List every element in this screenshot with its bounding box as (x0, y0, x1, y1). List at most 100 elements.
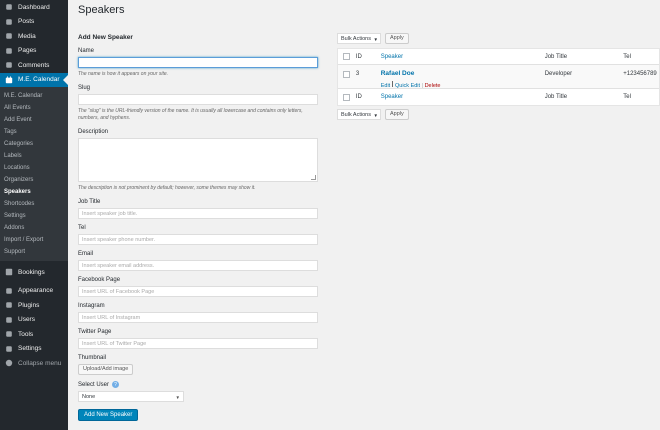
table-row: 3 Rafael Doe EditI Quick Edit | Delete D… (338, 65, 659, 89)
submenu-item[interactable]: M.E. Calendar (0, 90, 68, 102)
thumbnail-label: Thumbnail (78, 355, 107, 361)
select-user-label: Select User? (78, 381, 320, 388)
description-textarea[interactable] (78, 138, 318, 182)
menu-item-label: Dashboard (18, 3, 50, 11)
tel-input[interactable]: Insert speaker phone number. (78, 234, 318, 245)
submenu-item[interactable]: Categories (0, 138, 68, 150)
media-icon (4, 32, 13, 41)
row-job-title: Developer (544, 71, 573, 77)
submenu-item[interactable]: Add Event (0, 114, 68, 126)
submenu-item[interactable]: All Events (0, 102, 68, 114)
chevron-down-icon: ▼ (373, 113, 378, 118)
add-new-speaker-button[interactable]: Add New Speaker (78, 409, 139, 422)
bulk-actions-bottom: Bulk Actions ▼ Apply (337, 109, 409, 120)
row-tel: +123456789 (623, 71, 657, 77)
select-all-checkbox-footer[interactable] (338, 93, 356, 101)
column-id-footer: ID (355, 94, 362, 100)
select-user-dropdown[interactable]: None ▼ (78, 391, 184, 403)
column-job-title: Job Title (544, 53, 568, 60)
menu-item-label: Appearance (18, 287, 54, 295)
column-speaker[interactable]: Speaker (381, 54, 545, 60)
instagram-label: Instagram (78, 303, 105, 309)
text-cursor-icon: I (391, 80, 394, 89)
description-label: Description (78, 129, 109, 135)
row-id: 3 (355, 71, 360, 77)
help-icon[interactable]: ? (112, 381, 120, 388)
menu-item-settings[interactable]: Settings (0, 342, 68, 357)
speaker-name-link[interactable]: Rafael Doe (381, 70, 545, 77)
job-title-input[interactable]: Insert speaker job title. (78, 208, 318, 219)
submenu-item[interactable]: Labels (0, 150, 68, 162)
speakers-table: ID Speaker Job Title Tel 3 Rafael Doe Ed… (337, 48, 660, 106)
menu-item-plugins[interactable]: Plugins (0, 298, 68, 313)
twitter-label: Twitter Page (78, 329, 112, 335)
submenu-item[interactable]: Import / Export (0, 234, 68, 246)
menu-item-label: Media (18, 32, 36, 40)
submenu-item[interactable]: Settings (0, 210, 68, 222)
menu-item-me-calendar[interactable]: M.E. Calendar (0, 72, 68, 87)
users-icon (4, 315, 13, 324)
email-input[interactable]: Insert speaker email address. (78, 260, 318, 271)
slug-description: The “slug” is the URL-friendly version o… (78, 108, 303, 121)
menu-item-label: Bookings (18, 268, 45, 276)
apply-button[interactable]: Apply (385, 33, 409, 44)
menu-item-label: M.E. Calendar (18, 76, 60, 84)
select-all-checkbox[interactable] (338, 53, 356, 60)
bulk-actions-select-bottom[interactable]: Bulk Actions ▼ (337, 109, 381, 120)
menu-item-dashboard[interactable]: Dashboard (0, 0, 68, 15)
menu-item-label: Tools (18, 330, 34, 338)
name-input[interactable] (78, 57, 318, 68)
menu-item-label: Pages (18, 47, 37, 55)
description-help: The description is not prominent by defa… (78, 185, 256, 191)
instagram-input[interactable]: Insert URL of Instagram (78, 312, 318, 323)
page-title: Speakers (78, 4, 125, 16)
dashboard-icon (4, 3, 13, 12)
plugins-icon (4, 301, 13, 310)
slug-label: Slug (78, 85, 91, 91)
twitter-input[interactable]: Insert URL of Twitter Page (78, 338, 318, 349)
submenu-item[interactable]: Speakers (0, 186, 68, 198)
apply-button-bottom[interactable]: Apply (385, 109, 409, 120)
menu-item-label: Users (18, 316, 35, 324)
bulk-actions-top: Bulk Actions ▼ Apply (337, 33, 409, 44)
submenu-item[interactable]: Tags (0, 126, 68, 138)
menu-item-comments[interactable]: Comments (0, 58, 68, 73)
calendar-submenu: M.E. Calendar All Events Add Event Tags Cate… (0, 87, 68, 261)
bulk-actions-select[interactable]: Bulk Actions ▼ (337, 33, 381, 44)
column-id: ID (355, 53, 362, 60)
submenu-item[interactable]: Shortcodes (0, 198, 68, 210)
menu-item-tools[interactable]: Tools (0, 327, 68, 342)
bookings-icon (4, 268, 13, 277)
add-speaker-form: Add New Speaker Name The name is how it … (78, 34, 320, 422)
menu-item-media[interactable]: Media (0, 29, 68, 44)
menu-item-label: Comments (18, 61, 50, 69)
facebook-input[interactable]: Insert URL of Facebook Page (78, 286, 318, 297)
submenu-item[interactable]: Support (0, 246, 68, 258)
row-actions: EditI Quick Edit | Delete (380, 80, 441, 89)
submenu-item[interactable]: Organizers (0, 174, 68, 186)
table-header: ID Speaker Job Title Tel (338, 49, 659, 65)
upload-image-button[interactable]: Upload/Add image (78, 364, 134, 375)
slug-input[interactable] (78, 94, 318, 105)
collapse-menu-button[interactable]: Collapse menu (0, 356, 68, 371)
tools-icon (4, 330, 13, 339)
submenu-item[interactable]: Addons (0, 222, 68, 234)
row-checkbox[interactable] (338, 65, 356, 88)
pages-icon (4, 46, 13, 55)
menu-item-bookings[interactable]: Bookings (0, 265, 68, 280)
menu-item-pin[interactable]: Posts (0, 15, 68, 30)
menu-item-pages[interactable]: Pages (0, 44, 68, 59)
menu-item-appearance[interactable]: Appearance (0, 284, 68, 299)
name-description: The name is how it appears on your site. (78, 71, 169, 77)
menu-item-users[interactable]: Users (0, 313, 68, 328)
pin-icon (4, 17, 13, 26)
column-speaker-footer[interactable]: Speaker (381, 94, 545, 100)
settings-icon (4, 344, 13, 353)
collapse-icon (4, 359, 13, 368)
email-label: Email (78, 251, 94, 257)
menu-item-label: Settings (18, 345, 42, 353)
name-label: Name (78, 48, 95, 54)
column-tel: Tel (623, 53, 631, 60)
tel-label: Tel (78, 225, 86, 231)
submenu-item[interactable]: Locations (0, 162, 68, 174)
